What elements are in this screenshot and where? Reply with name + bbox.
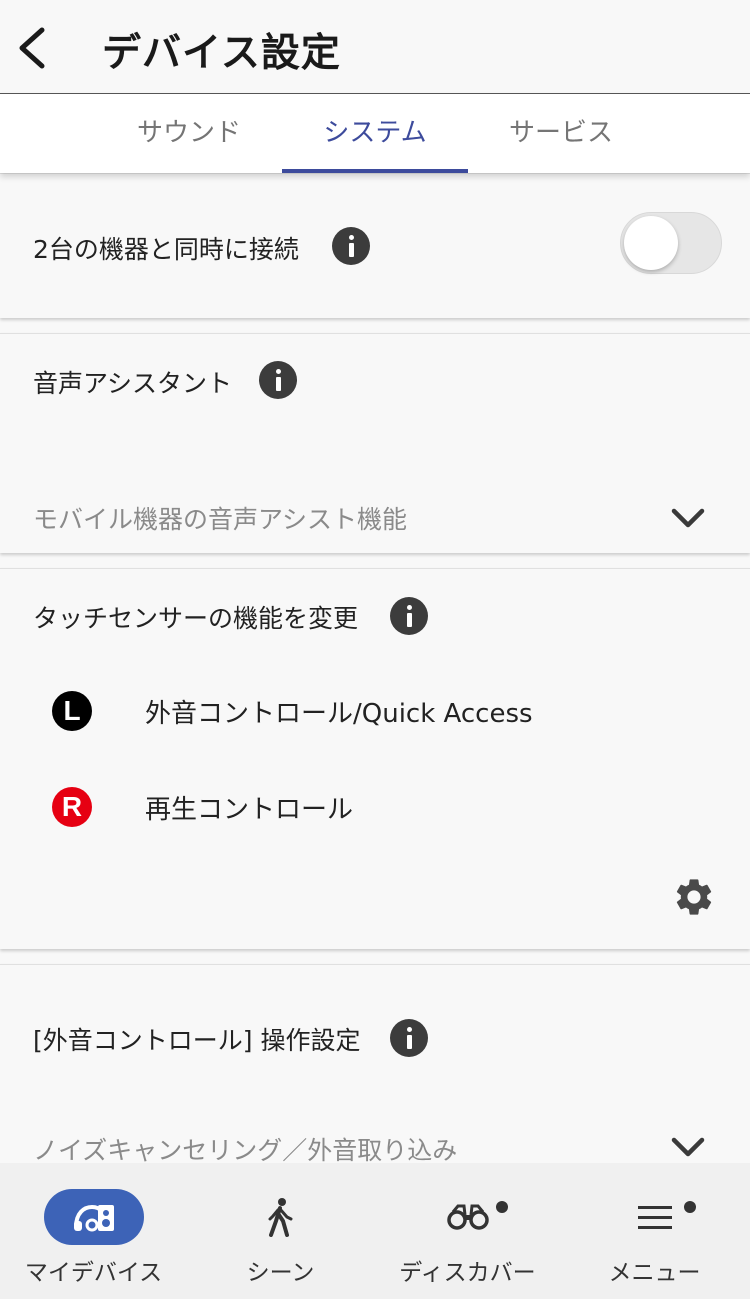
walking-person-icon [268,1198,293,1237]
nav-scene[interactable]: シーン [187,1163,374,1299]
voice-assistant-dropdown[interactable]: モバイル機器の音声アシスト機能 [0,474,750,544]
app-header: デバイス設定 [0,0,750,93]
nav-label: マイデバイス [24,1260,163,1286]
ambient-control-value: ノイズキャンセリング／外音取り込み [33,1136,458,1165]
multipoint-toggle[interactable] [620,212,722,274]
nav-discover[interactable]: ディスカバー [374,1163,561,1299]
nav-menu[interactable]: メニュー [561,1163,748,1299]
right-function-text: 再生コントロール [145,795,354,825]
touch-sensor-label: タッチセンサーの機能を変更 [33,604,359,633]
list-item: L 外音コントロール/Quick Access [0,679,750,743]
list-item: R 再生コントロール [0,775,750,839]
nav-label: シーン [246,1260,315,1286]
chevron-down-icon [671,1137,705,1157]
page-title: デバイス設定 [102,31,341,76]
info-icon[interactable] [390,1019,428,1057]
multipoint-label: 2台の機器と同時に接続 [33,235,299,264]
nav-label: メニュー [608,1260,701,1286]
notification-dot [684,1201,696,1213]
voice-assistant-value: モバイル機器の音声アシスト機能 [33,505,408,534]
touch-sensor-section: タッチセンサーの機能を変更 L 外音コントロール/Quick Access R … [0,568,750,949]
active-tab-indicator [282,169,468,173]
chevron-down-icon [671,508,705,528]
tab-system[interactable]: システム [282,94,468,173]
voice-assistant-label: 音声アシスタント [33,369,233,398]
toggle-knob [624,216,678,270]
nav-my-device[interactable]: マイデバイス [0,1163,187,1299]
ambient-control-label: [外音コントロール] 操作設定 [33,1026,361,1055]
bottom-navigation: マイデバイス シーン ディスカバー メニュー [0,1163,750,1299]
my-device-icon [73,1204,114,1232]
tab-sound[interactable]: サウンド [96,94,282,173]
info-icon[interactable] [259,361,297,399]
tab-bar: サウンド システム サービス [0,93,750,173]
notification-dot [496,1201,508,1213]
chevron-left-icon[interactable] [14,26,54,70]
nav-label: ディスカバー [399,1260,536,1286]
left-earbud-badge: L [52,691,92,731]
info-icon[interactable] [390,597,428,635]
right-earbud-badge: R [52,787,92,827]
tab-service[interactable]: サービス [468,94,654,173]
gear-icon[interactable] [672,875,716,919]
binoculars-icon [447,1204,489,1230]
left-function-text: 外音コントロール/Quick Access [145,699,533,729]
voice-assistant-section: 音声アシスタント モバイル機器の音声アシスト機能 [0,333,750,553]
info-icon[interactable] [332,227,370,265]
multipoint-section: 2台の機器と同時に接続 [0,173,750,318]
hamburger-menu-icon [638,1206,672,1229]
